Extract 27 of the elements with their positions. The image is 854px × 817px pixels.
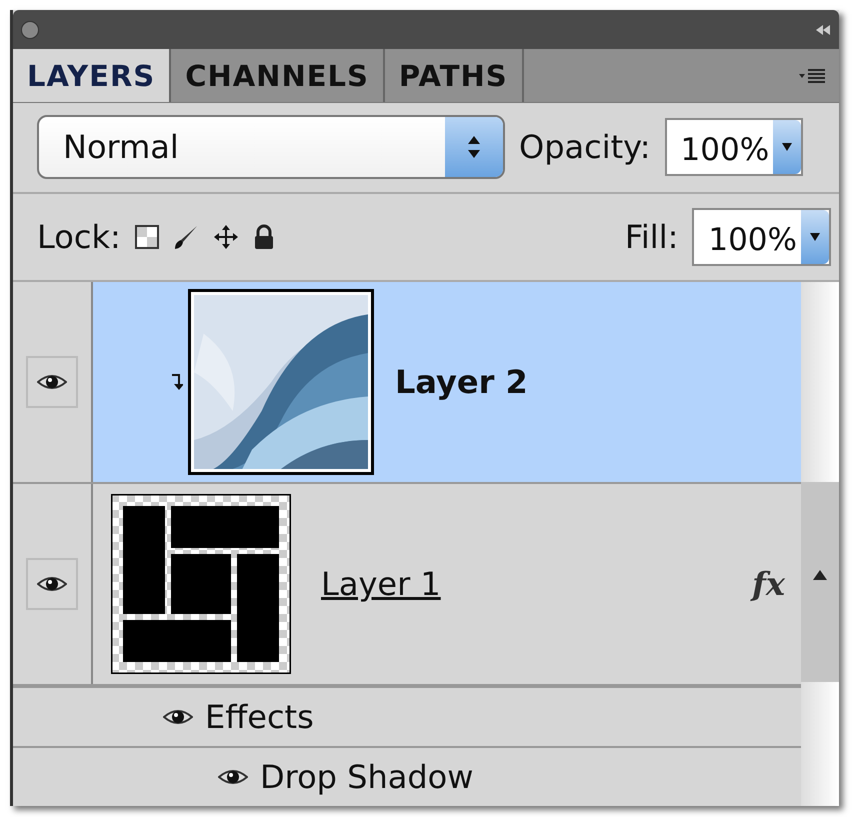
fill-label: Fill: <box>624 218 678 256</box>
move-icon[interactable] <box>212 224 239 250</box>
layer-name[interactable]: Layer 2 <box>395 362 528 401</box>
layer-row[interactable]: Layer 1 fx <box>13 484 801 686</box>
clip-arrow-icon <box>171 372 183 391</box>
blend-mode-dropdown[interactable]: Normal <box>37 115 505 180</box>
opacity-label: Opacity: <box>519 128 651 166</box>
effect-name[interactable]: Effects <box>205 698 314 736</box>
opacity-field[interactable]: 100% <box>664 118 804 176</box>
panel-tab[interactable]: LAYERS <box>13 49 172 102</box>
padlock-icon[interactable] <box>252 224 275 250</box>
fx-label: fx <box>752 564 785 603</box>
stepper-icon <box>468 136 480 158</box>
caret-icon <box>782 143 792 152</box>
caret-icon <box>810 232 820 241</box>
layer-row[interactable]: Layer 2 <box>13 282 801 484</box>
scroll-up-icon[interactable] <box>813 570 827 580</box>
panel-menu-icon[interactable] <box>799 68 825 84</box>
layer-name[interactable]: Layer 1 <box>321 564 441 603</box>
lock-transparency-icon[interactable] <box>134 224 159 249</box>
effect-name[interactable]: Drop Shadow <box>260 758 474 796</box>
scrollbar-thumb[interactable] <box>801 482 839 682</box>
close-icon[interactable] <box>21 20 39 39</box>
fill-field[interactable]: 100% <box>692 208 831 266</box>
collapse-icon[interactable] <box>815 24 831 35</box>
lock-label: Lock: <box>37 218 121 256</box>
brush-icon[interactable] <box>172 224 199 250</box>
